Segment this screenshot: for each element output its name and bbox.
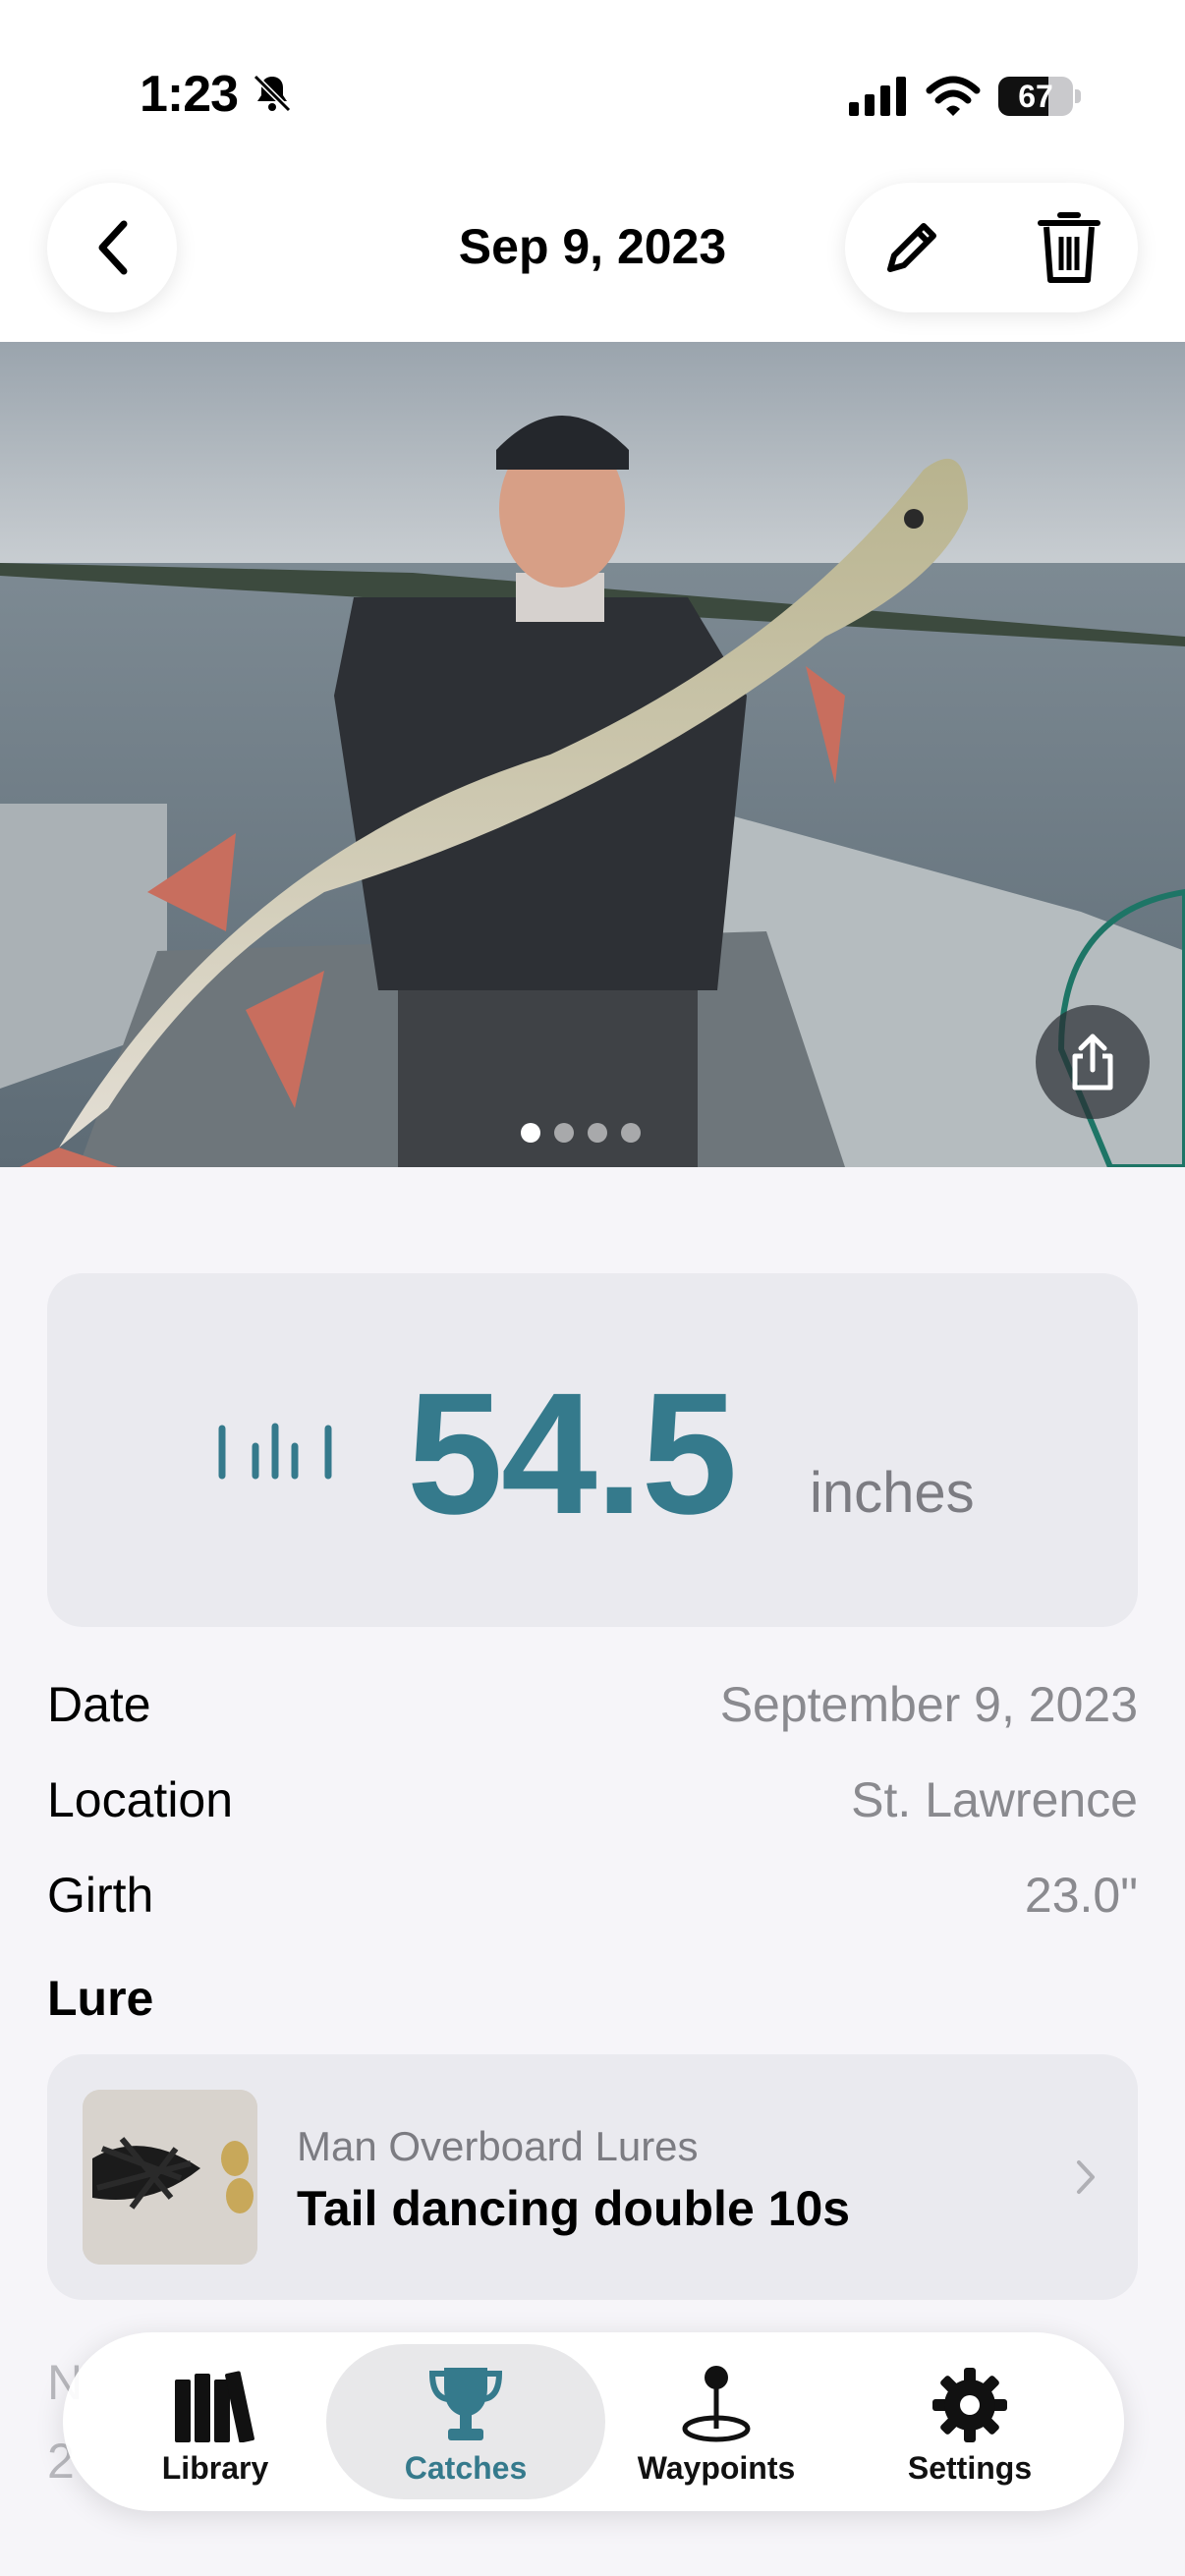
- ruler-icon: [218, 1423, 332, 1480]
- share-button[interactable]: [1036, 1005, 1150, 1119]
- length-value: 54.5: [407, 1358, 738, 1550]
- edit-button[interactable]: [873, 208, 951, 287]
- detail-value: September 9, 2023: [719, 1677, 1138, 1732]
- page-dot: [588, 1123, 607, 1143]
- status-time: 1:23: [140, 66, 239, 123]
- detail-label: Date: [47, 1677, 151, 1732]
- lure-thumbnail: [83, 2090, 257, 2265]
- tab-label: Settings: [907, 2449, 1033, 2486]
- detail-label: Girth: [47, 1868, 154, 1923]
- length-card: 54.5 inches: [47, 1273, 1138, 1627]
- chevron-right-icon: [1077, 2160, 1095, 2194]
- bell-slash-icon: [253, 74, 292, 113]
- detail-row-girth: Girth 23.0": [47, 1861, 1138, 1930]
- tab-bar: Library Catches Waypoints Settings: [63, 2332, 1124, 2511]
- pencil-icon: [887, 223, 936, 272]
- length-unit: inches: [810, 1461, 975, 1525]
- tab-settings[interactable]: Settings: [847, 2344, 1093, 2499]
- tab-library[interactable]: Library: [92, 2344, 338, 2499]
- photo-page-indicator[interactable]: [521, 1123, 641, 1143]
- page-dot: [521, 1123, 540, 1143]
- battery-percent: 67: [1018, 79, 1053, 114]
- trophy-icon: [428, 2367, 503, 2440]
- detail-value: 23.0": [1024, 1868, 1138, 1923]
- header-actions: [845, 183, 1138, 312]
- catch-detail-screen: 1:23 67 Sep 9, 2023 54.5 inches Date Sep…: [0, 0, 1185, 2576]
- wifi-icon: [926, 76, 981, 116]
- lure-card[interactable]: Man Overboard Lures Tail dancing double …: [47, 2054, 1138, 2300]
- share-icon: [1072, 1034, 1113, 1091]
- detail-row-date: Date September 9, 2023: [47, 1670, 1138, 1739]
- status-bar: 1:23 67: [0, 0, 1185, 187]
- lure-name: Tail dancing double 10s: [297, 2181, 851, 2236]
- books-icon: [175, 2370, 254, 2442]
- detail-value: St. Lawrence: [851, 1772, 1138, 1827]
- lure-brand: Man Overboard Lures: [297, 2123, 699, 2169]
- detail-row-location: Location St. Lawrence: [47, 1765, 1138, 1834]
- page-dot: [554, 1123, 574, 1143]
- cellular-signal-icon: [849, 77, 906, 116]
- tab-waypoints[interactable]: Waypoints: [593, 2344, 839, 2499]
- tab-label: Waypoints: [637, 2449, 796, 2486]
- map-pin-icon: [682, 2365, 751, 2441]
- tab-catches[interactable]: Catches: [326, 2344, 605, 2499]
- catch-photo[interactable]: [0, 342, 1185, 1167]
- tab-label: Catches: [404, 2449, 528, 2486]
- lure-section-title: Lure: [47, 1971, 154, 2026]
- catch-photo-illustration: [0, 342, 1185, 1167]
- detail-label: Location: [47, 1772, 234, 1827]
- tab-label: Library: [161, 2449, 269, 2486]
- page-dot: [621, 1123, 641, 1143]
- trash-icon: [1038, 212, 1100, 283]
- gear-icon: [932, 2367, 1007, 2442]
- delete-button[interactable]: [1028, 206, 1110, 289]
- battery-indicator: 67: [998, 77, 1081, 116]
